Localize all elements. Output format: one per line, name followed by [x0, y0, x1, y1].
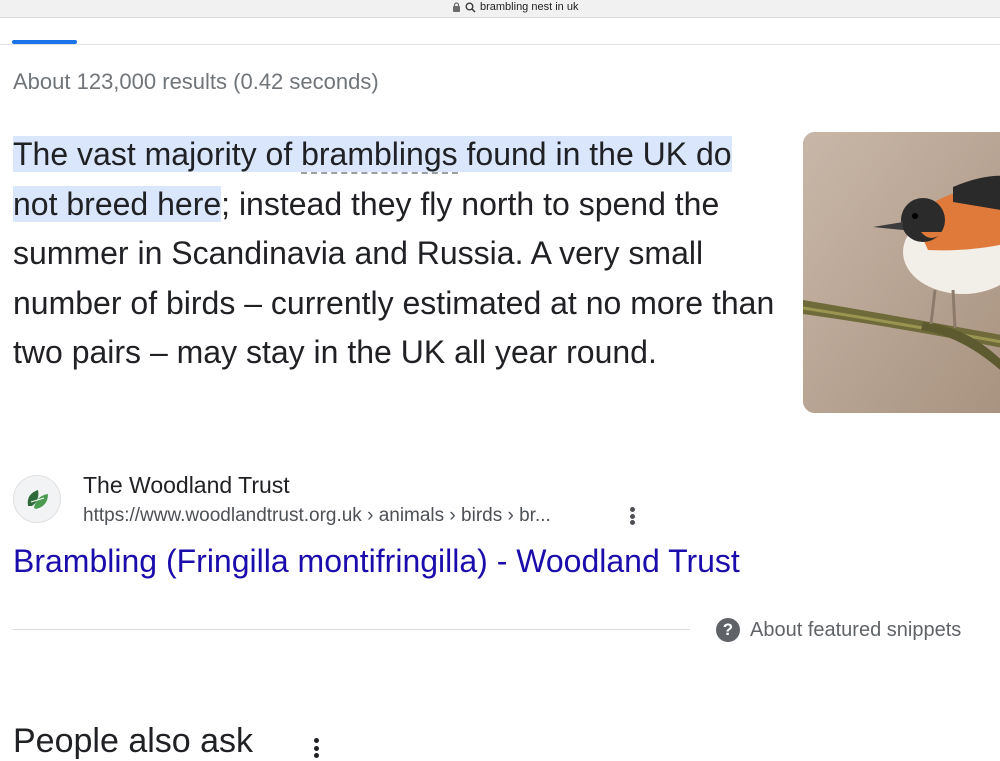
result-source[interactable]: The Woodland Trust https://www.woodlandt… — [13, 472, 713, 532]
results-stats: About 123,000 results (0.42 seconds) — [13, 69, 379, 94]
result-more-options-icon[interactable] — [625, 503, 639, 529]
people-also-ask-more-icon[interactable] — [314, 738, 320, 758]
source-url: https://www.woodlandtrust.org.uk › anima… — [83, 505, 551, 526]
tabs-divider — [0, 44, 1000, 45]
address-query: brambling nest in uk — [480, 1, 579, 13]
brambling-bird-image — [803, 132, 1000, 413]
result-title-link[interactable]: Brambling (Fringilla montifringilla) - W… — [13, 543, 740, 580]
snippet-divider — [13, 629, 690, 630]
people-also-ask-heading: People also ask — [13, 722, 254, 760]
brambling-thumbnail[interactable] — [803, 132, 1000, 413]
search-icon — [465, 2, 476, 13]
about-featured-snippets[interactable]: ? About featured snippets — [716, 618, 961, 642]
woodland-trust-leaf-icon — [13, 475, 61, 523]
lock-icon — [453, 2, 460, 12]
help-icon: ? — [716, 618, 740, 642]
snippet-highlight-text-1: The vast majority of — [13, 136, 302, 172]
address-bar-content: brambling nest in uk — [452, 0, 578, 14]
source-site-name: The Woodland Trust — [83, 472, 290, 498]
featured-snippet-text: The vast majority of bramblings found in… — [13, 130, 783, 378]
snippet-definition-link[interactable]: bramblings — [301, 136, 458, 174]
address-bar[interactable]: brambling nest in uk — [0, 0, 1000, 18]
about-featured-snippets-label: About featured snippets — [750, 618, 962, 641]
